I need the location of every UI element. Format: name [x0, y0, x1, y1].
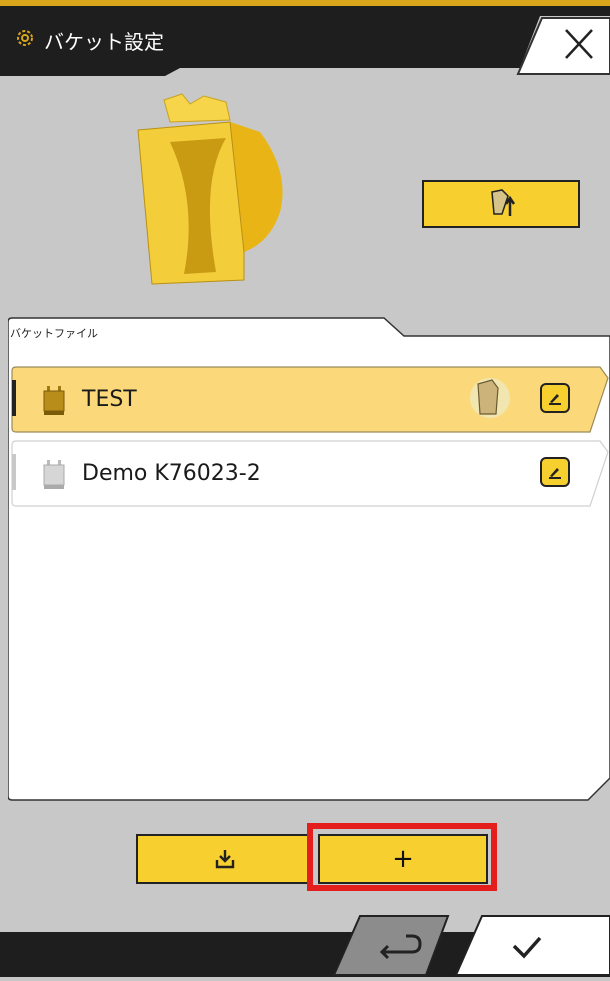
file-name: TEST [82, 387, 137, 412]
bucket-swap-button[interactable] [422, 180, 580, 228]
list-item[interactable]: Demo K76023-2 [10, 440, 610, 508]
file-name: Demo K76023-2 [82, 461, 261, 486]
download-icon [215, 850, 235, 869]
back-button[interactable] [330, 914, 458, 977]
bucket-swap-icon [491, 189, 516, 216]
download-button[interactable] [136, 834, 312, 884]
list-item[interactable]: TEST [10, 366, 610, 434]
bucket-3d-image [137, 93, 283, 285]
edit-button[interactable] [540, 457, 570, 487]
panel-label: バケットファイル [10, 327, 98, 340]
gear-icon [17, 30, 33, 46]
bucket-in-use-icon [470, 378, 510, 418]
bucket-chip-icon [43, 460, 65, 489]
add-button[interactable]: + [318, 834, 488, 884]
close-button[interactable] [514, 16, 610, 76]
page-title: バケット設定 [44, 30, 164, 54]
edit-icon [549, 468, 561, 479]
confirm-button[interactable] [452, 914, 610, 977]
edit-icon [549, 394, 561, 405]
edit-button[interactable] [540, 383, 570, 413]
bucket-chip-icon [43, 386, 65, 415]
